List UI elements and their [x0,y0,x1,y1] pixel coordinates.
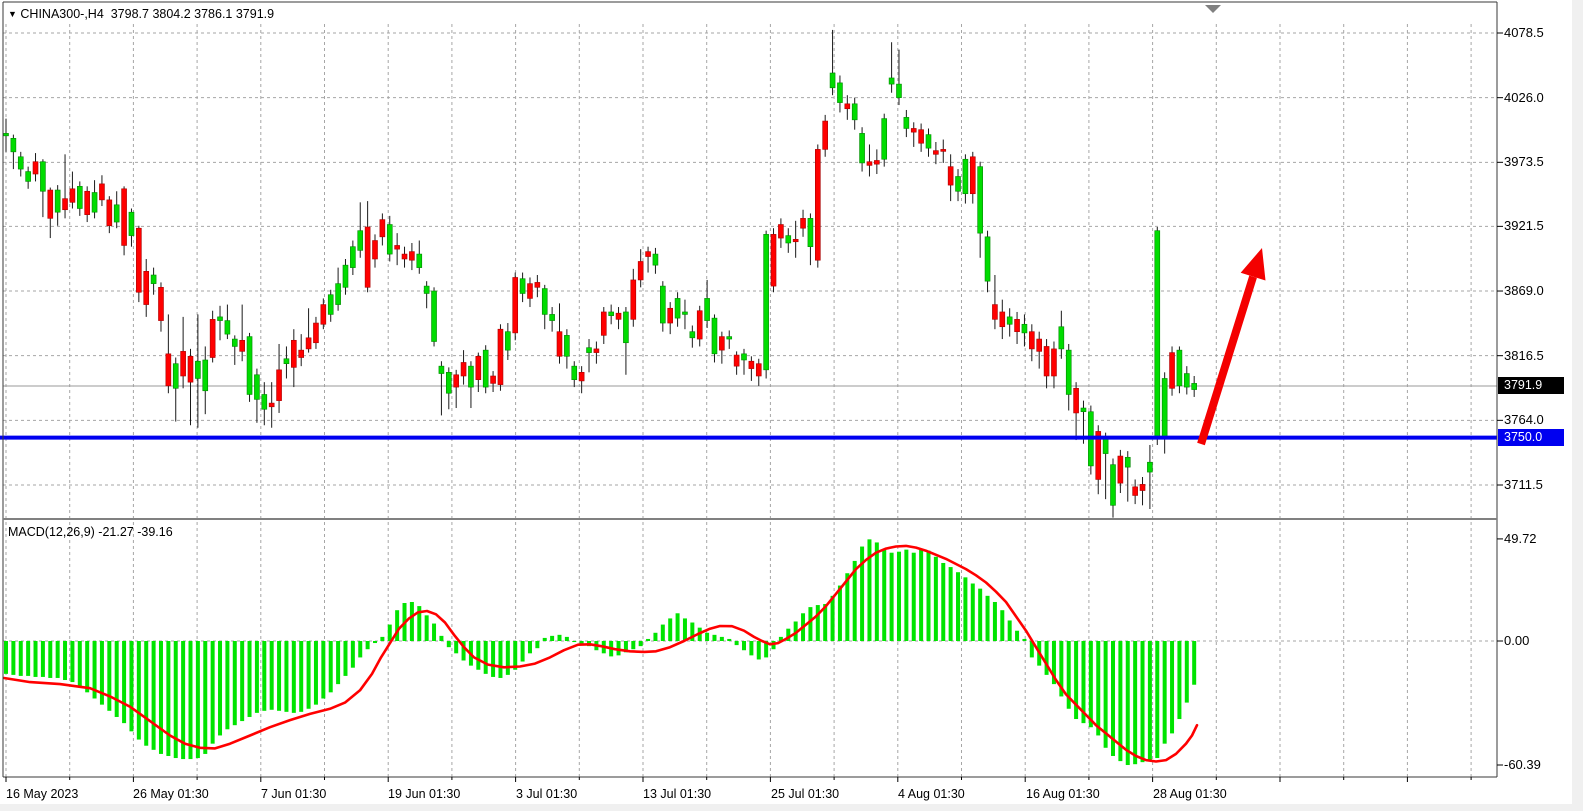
macd-histogram [4,539,1196,765]
time-axis-label: 16 May 2023 [6,786,78,802]
symbol-dropdown-icon[interactable]: ▼ [8,9,17,19]
chart-canvas[interactable] [0,0,1583,811]
time-axis-label: 28 Aug 01:30 [1153,786,1227,802]
chart-window: ▼ CHINA300-,H4 3798.7 3804.2 3786.1 3791… [0,0,1583,811]
time-axis-label: 13 Jul 01:30 [643,786,711,802]
macd-axis-label: -60.39 [1504,757,1541,773]
trend-arrow-icon [1201,248,1265,444]
price-axis-label: 3921.5 [1504,218,1544,234]
time-axis-label: 19 Jun 01:30 [388,786,460,802]
current-price-badge: 3791.9 [1498,377,1564,394]
time-axis-label: 3 Jul 01:30 [516,786,577,802]
time-axis-label: 16 Aug 01:30 [1026,786,1100,802]
time-axis-label: 4 Aug 01:30 [898,786,965,802]
level-price-badge: 3750.0 [1498,429,1564,446]
price-axis-label: 3816.5 [1504,348,1544,364]
time-axis-label: 7 Jun 01:30 [261,786,326,802]
scroll-marker-icon [1205,5,1221,13]
price-axis-label: 3973.5 [1504,154,1544,170]
price-axis-label: 4078.5 [1504,25,1544,41]
macd-indicator-label: MACD(12,26,9) -21.27 -39.16 [8,525,173,539]
axis-ticks [6,33,1503,782]
time-axis-label: 26 May 01:30 [133,786,209,802]
time-axis-label: 25 Jul 01:30 [771,786,839,802]
macd-axis-label: 0.00 [1504,633,1529,649]
macd-axis-label: 49.72 [1504,531,1537,547]
price-axis-label: 3764.0 [1504,412,1544,428]
ohlc-values: 3798.7 3804.2 3786.1 3791.9 [111,7,274,21]
price-axis-label: 3869.0 [1504,283,1544,299]
candlesticks [4,30,1197,518]
price-axis-label: 3711.5 [1504,477,1543,493]
price-axis-label: 4026.0 [1504,90,1544,106]
chart-symbol-period: CHINA300-,H4 [20,7,103,21]
title-bar: ▼ CHINA300-,H4 3798.7 3804.2 3786.1 3791… [8,7,274,21]
